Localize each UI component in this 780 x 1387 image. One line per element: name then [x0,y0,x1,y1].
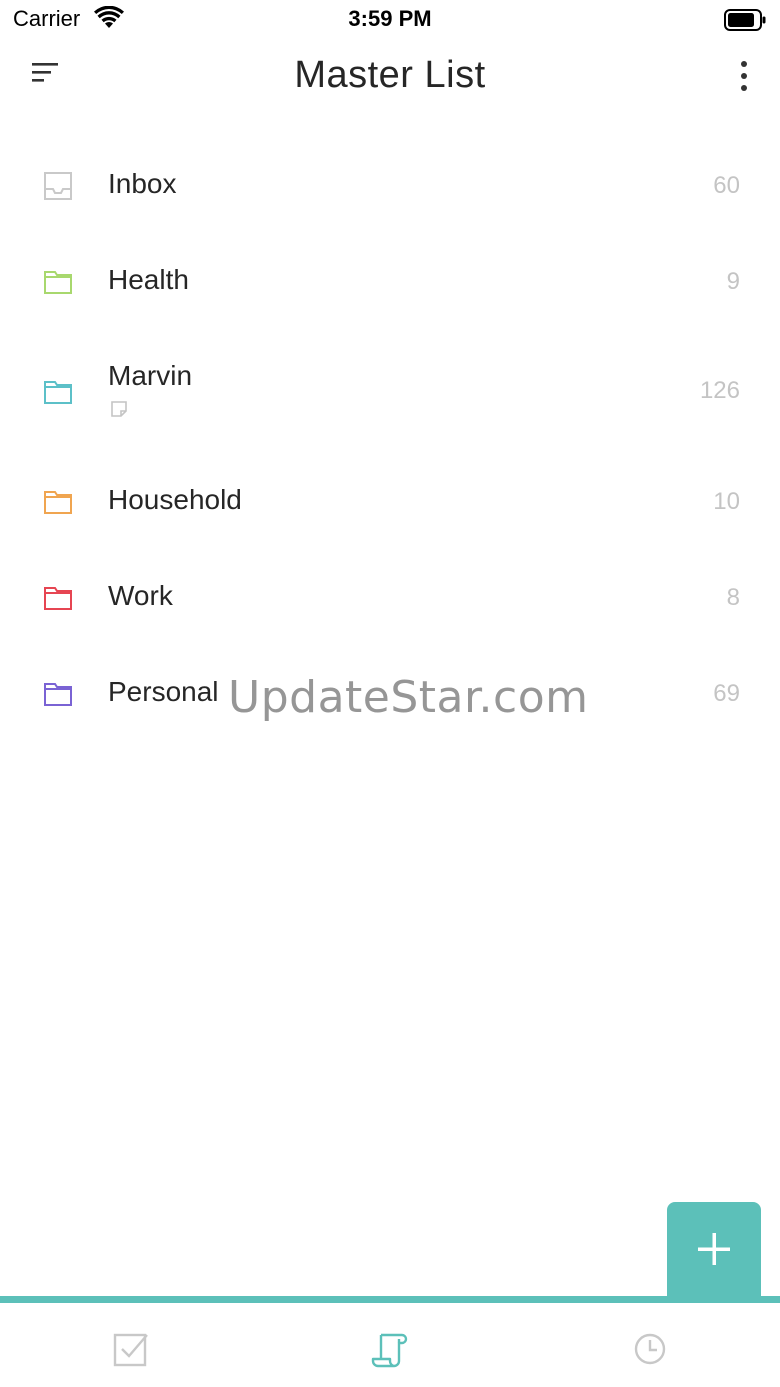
header: Master List [0,40,780,120]
list-item-label: Inbox [108,168,177,199]
folder-icon [44,271,72,294]
inbox-tray-icon [44,172,72,200]
list-item-label: Personal [108,676,219,707]
tab-bar-accent-line [0,1296,780,1303]
list-item-label: Health [108,264,189,295]
list-item-count: 9 [726,268,740,295]
list-item-health[interactable]: Health 9 [0,216,780,312]
tab-lists-scroll-icon[interactable] [370,1329,410,1369]
tab-bar [0,1303,780,1387]
list-item-inbox[interactable]: Inbox 60 [0,120,780,216]
folder-icon [44,587,72,610]
more-vertical-icon[interactable] [734,58,754,98]
status-bar: Carrier 3:59 PM [0,0,780,40]
add-list-button[interactable] [667,1202,761,1296]
list-item-marvin[interactable]: Marvin 126 [0,312,780,436]
page-title: Master List [294,54,486,96]
folder-icon [44,683,72,706]
folder-icon [44,381,72,404]
clock-time: 3:59 PM [348,6,432,31]
folder-icon [44,491,72,514]
tab-schedule-clock-icon[interactable] [630,1329,670,1369]
plus-icon [698,1233,730,1265]
list-item-count: 60 [713,172,740,199]
list-item-household[interactable]: Household 10 [0,436,780,532]
watermark-text: UpdateStar.com [228,672,589,723]
list-item-count: 69 [713,680,740,707]
list-item-label: Work [108,580,173,611]
list-item-work[interactable]: Work 8 [0,532,780,628]
list-item-count: 10 [713,488,740,515]
list-item-label: Household [108,484,242,515]
list-item-count: 126 [699,377,740,404]
battery-icon [724,9,766,31]
tab-tasks-checkbox-icon[interactable] [111,1329,151,1369]
list-item-count: 8 [726,584,740,611]
note-icon [111,401,127,417]
list-item-label: Marvin [108,360,193,391]
master-list-screen: Carrier 3:59 PM Master List Inbox 60 Hea… [0,0,780,1387]
